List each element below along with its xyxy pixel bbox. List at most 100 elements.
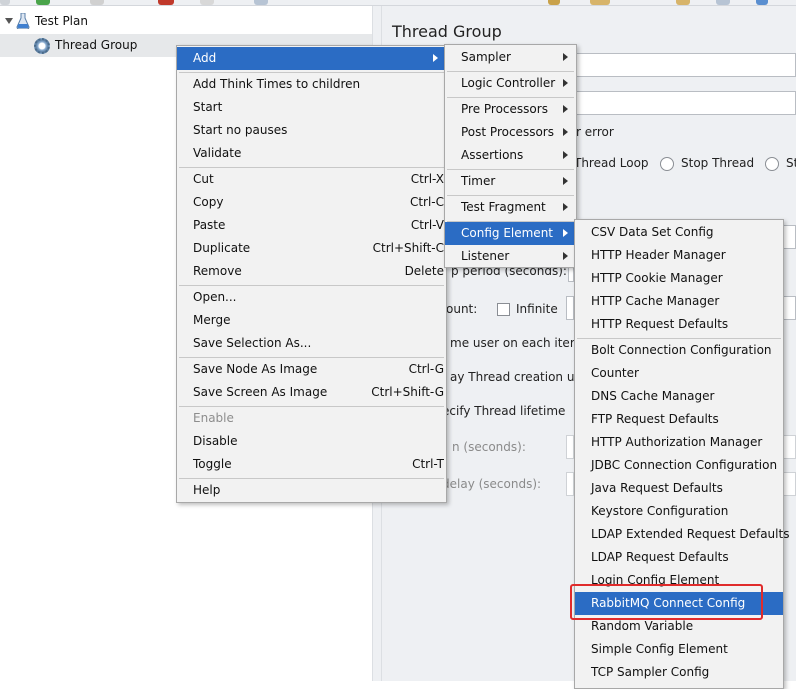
menu-item-test-fragment[interactable]: Test Fragment	[445, 196, 576, 219]
menu-item-http-cache-manager[interactable]: HTTP Cache Manager	[575, 290, 783, 313]
menu-item-random-variable[interactable]: Random Variable	[575, 615, 783, 638]
menu-item-shortcut: Ctrl-C	[409, 195, 444, 209]
toolbar-icon[interactable]	[676, 0, 690, 5]
submenu-arrow-icon	[563, 105, 568, 113]
toolbar-icon[interactable]	[158, 0, 174, 5]
toolbar-icon[interactable]	[36, 0, 50, 5]
menu-item-start[interactable]: Start	[177, 96, 446, 119]
context-menu: Add Add Think Times to children Start St…	[176, 45, 447, 503]
on-error-label: r error	[576, 125, 614, 139]
menu-item-shortcut: Ctrl+Shift-C	[372, 241, 444, 255]
menu-item-merge[interactable]: Merge	[177, 309, 446, 332]
menu-item-shortcut: Ctrl-V	[410, 218, 444, 232]
menu-item-add[interactable]: Add	[177, 47, 446, 70]
loop-count-field[interactable]	[566, 296, 574, 320]
toolbar-icon[interactable]	[90, 0, 104, 5]
menu-item-label: Save Selection As...	[193, 336, 312, 350]
menu-item-label: HTTP Authorization Manager	[591, 435, 763, 449]
menu-item-label: Duplicate	[193, 241, 251, 255]
name-field[interactable]	[572, 53, 796, 77]
menu-item-keystore-configuration[interactable]: Keystore Configuration	[575, 500, 783, 523]
menu-item-label: JDBC Connection Configuration	[591, 458, 778, 472]
submenu-arrow-icon	[563, 151, 568, 159]
menu-item-label: Cut	[193, 172, 214, 186]
tree-item-label: Thread Group	[55, 38, 138, 52]
menu-item-ftp-request-defaults[interactable]: FTP Request Defaults	[575, 408, 783, 431]
toolbar-icon[interactable]	[254, 0, 268, 5]
menu-item-csv-data-set-config[interactable]: CSV Data Set Config	[575, 221, 783, 244]
menu-item-http-authorization-manager[interactable]: HTTP Authorization Manager	[575, 431, 783, 454]
menu-item-open[interactable]: Open...	[177, 286, 446, 309]
menu-item-config-element[interactable]: Config Element	[445, 222, 576, 245]
menu-item-ldap-extended-request-defaults[interactable]: LDAP Extended Request Defaults	[575, 523, 789, 546]
menu-item-jdbc-connection-configuration[interactable]: JDBC Connection Configuration	[575, 454, 783, 477]
menu-item-cut[interactable]: Cut Ctrl-X	[177, 168, 446, 191]
menu-item-counter[interactable]: Counter	[575, 362, 783, 385]
menu-item-copy[interactable]: Copy Ctrl-C	[177, 191, 446, 214]
submenu-arrow-icon	[563, 177, 568, 185]
menu-item-label: Login Config Element	[591, 573, 720, 587]
flask-icon	[16, 13, 30, 29]
menu-item-bolt-connection-configuration[interactable]: Bolt Connection Configuration	[575, 339, 783, 362]
menu-item-disable[interactable]: Disable	[177, 430, 446, 453]
toolbar-icon[interactable]	[548, 0, 560, 5]
menu-item-timer[interactable]: Timer	[445, 170, 576, 193]
menu-item-save-screen-as-image[interactable]: Save Screen As Image Ctrl+Shift-G	[177, 381, 446, 404]
menu-item-validate[interactable]: Validate	[177, 142, 446, 165]
comments-field[interactable]	[572, 91, 796, 115]
menu-item-label: Timer	[461, 174, 496, 188]
menu-item-add-think-times[interactable]: Add Think Times to children	[177, 73, 446, 96]
menu-item-dns-cache-manager[interactable]: DNS Cache Manager	[575, 385, 783, 408]
infinite-checkbox[interactable]	[497, 303, 510, 316]
config-element-submenu: CSV Data Set Config HTTP Header Manager …	[574, 219, 789, 689]
menu-item-post-processors[interactable]: Post Processors	[445, 121, 576, 144]
menu-item-shortcut: Ctrl-T	[412, 457, 444, 471]
menu-item-assertions[interactable]: Assertions	[445, 144, 576, 167]
menu-item-http-cookie-manager[interactable]: HTTP Cookie Manager	[575, 267, 783, 290]
menu-item-help[interactable]: Help	[177, 479, 446, 502]
menu-item-label: Test Fragment	[461, 200, 546, 214]
startup-delay-label: delay (seconds):	[442, 477, 542, 491]
menu-item-rabbitmq-connect-config[interactable]: RabbitMQ Connect Config	[575, 592, 783, 615]
menu-item-toggle[interactable]: Toggle Ctrl-T	[177, 453, 446, 476]
tree-item-label: Test Plan	[35, 14, 88, 28]
menu-item-label: Start no pauses	[193, 123, 288, 137]
toolbar-icon[interactable]	[756, 0, 768, 5]
menu-item-ldap-request-defaults[interactable]: LDAP Request Defaults	[575, 546, 783, 569]
menu-item-duplicate[interactable]: Duplicate Ctrl+Shift-C	[177, 237, 446, 260]
expand-toggle-icon[interactable]	[5, 18, 13, 24]
menu-item-start-no-pauses[interactable]: Start no pauses	[177, 119, 446, 142]
menu-item-http-header-manager[interactable]: HTTP Header Manager	[575, 244, 783, 267]
delay-creation-label: ay Thread creation until	[450, 370, 594, 384]
menu-item-remove[interactable]: Remove Delete	[177, 260, 446, 283]
menu-item-logic-controller[interactable]: Logic Controller	[445, 72, 576, 95]
duration-field[interactable]	[566, 435, 574, 459]
menu-item-label: Disable	[193, 434, 238, 448]
tree-item-test-plan[interactable]: Test Plan	[0, 10, 372, 33]
page-title: Thread Group	[392, 22, 502, 41]
menu-item-http-request-defaults[interactable]: HTTP Request Defaults	[575, 313, 783, 336]
toolbar-icon[interactable]	[716, 0, 730, 5]
menu-item-listener[interactable]: Listener	[445, 245, 576, 268]
menu-item-label: HTTP Request Defaults	[591, 317, 729, 331]
menu-item-save-node-as-image[interactable]: Save Node As Image Ctrl-G	[177, 358, 446, 381]
submenu-arrow-icon	[563, 79, 568, 87]
menu-item-paste[interactable]: Paste Ctrl-V	[177, 214, 446, 237]
menu-item-simple-config-element[interactable]: Simple Config Element	[575, 638, 783, 661]
menu-item-label: Validate	[193, 146, 242, 160]
menu-item-label: Add	[193, 51, 217, 65]
menu-item-label: TCP Sampler Config	[591, 665, 710, 679]
menu-item-pre-processors[interactable]: Pre Processors	[445, 98, 576, 121]
menu-item-java-request-defaults[interactable]: Java Request Defaults	[575, 477, 783, 500]
menu-item-label: FTP Request Defaults	[591, 412, 719, 426]
toolbar-icon[interactable]	[200, 0, 214, 5]
menu-item-sampler[interactable]: Sampler	[445, 46, 576, 69]
radio-stop-thread[interactable]	[660, 157, 674, 171]
menu-item-shortcut: Delete	[404, 264, 444, 278]
menu-item-login-config-element[interactable]: Login Config Element	[575, 569, 783, 592]
radio-stop-test[interactable]	[765, 157, 779, 171]
toolbar-icon[interactable]	[590, 0, 610, 5]
menu-item-label: Random Variable	[591, 619, 694, 633]
menu-item-save-selection-as[interactable]: Save Selection As...	[177, 332, 446, 355]
startup-delay-field[interactable]	[566, 472, 574, 496]
